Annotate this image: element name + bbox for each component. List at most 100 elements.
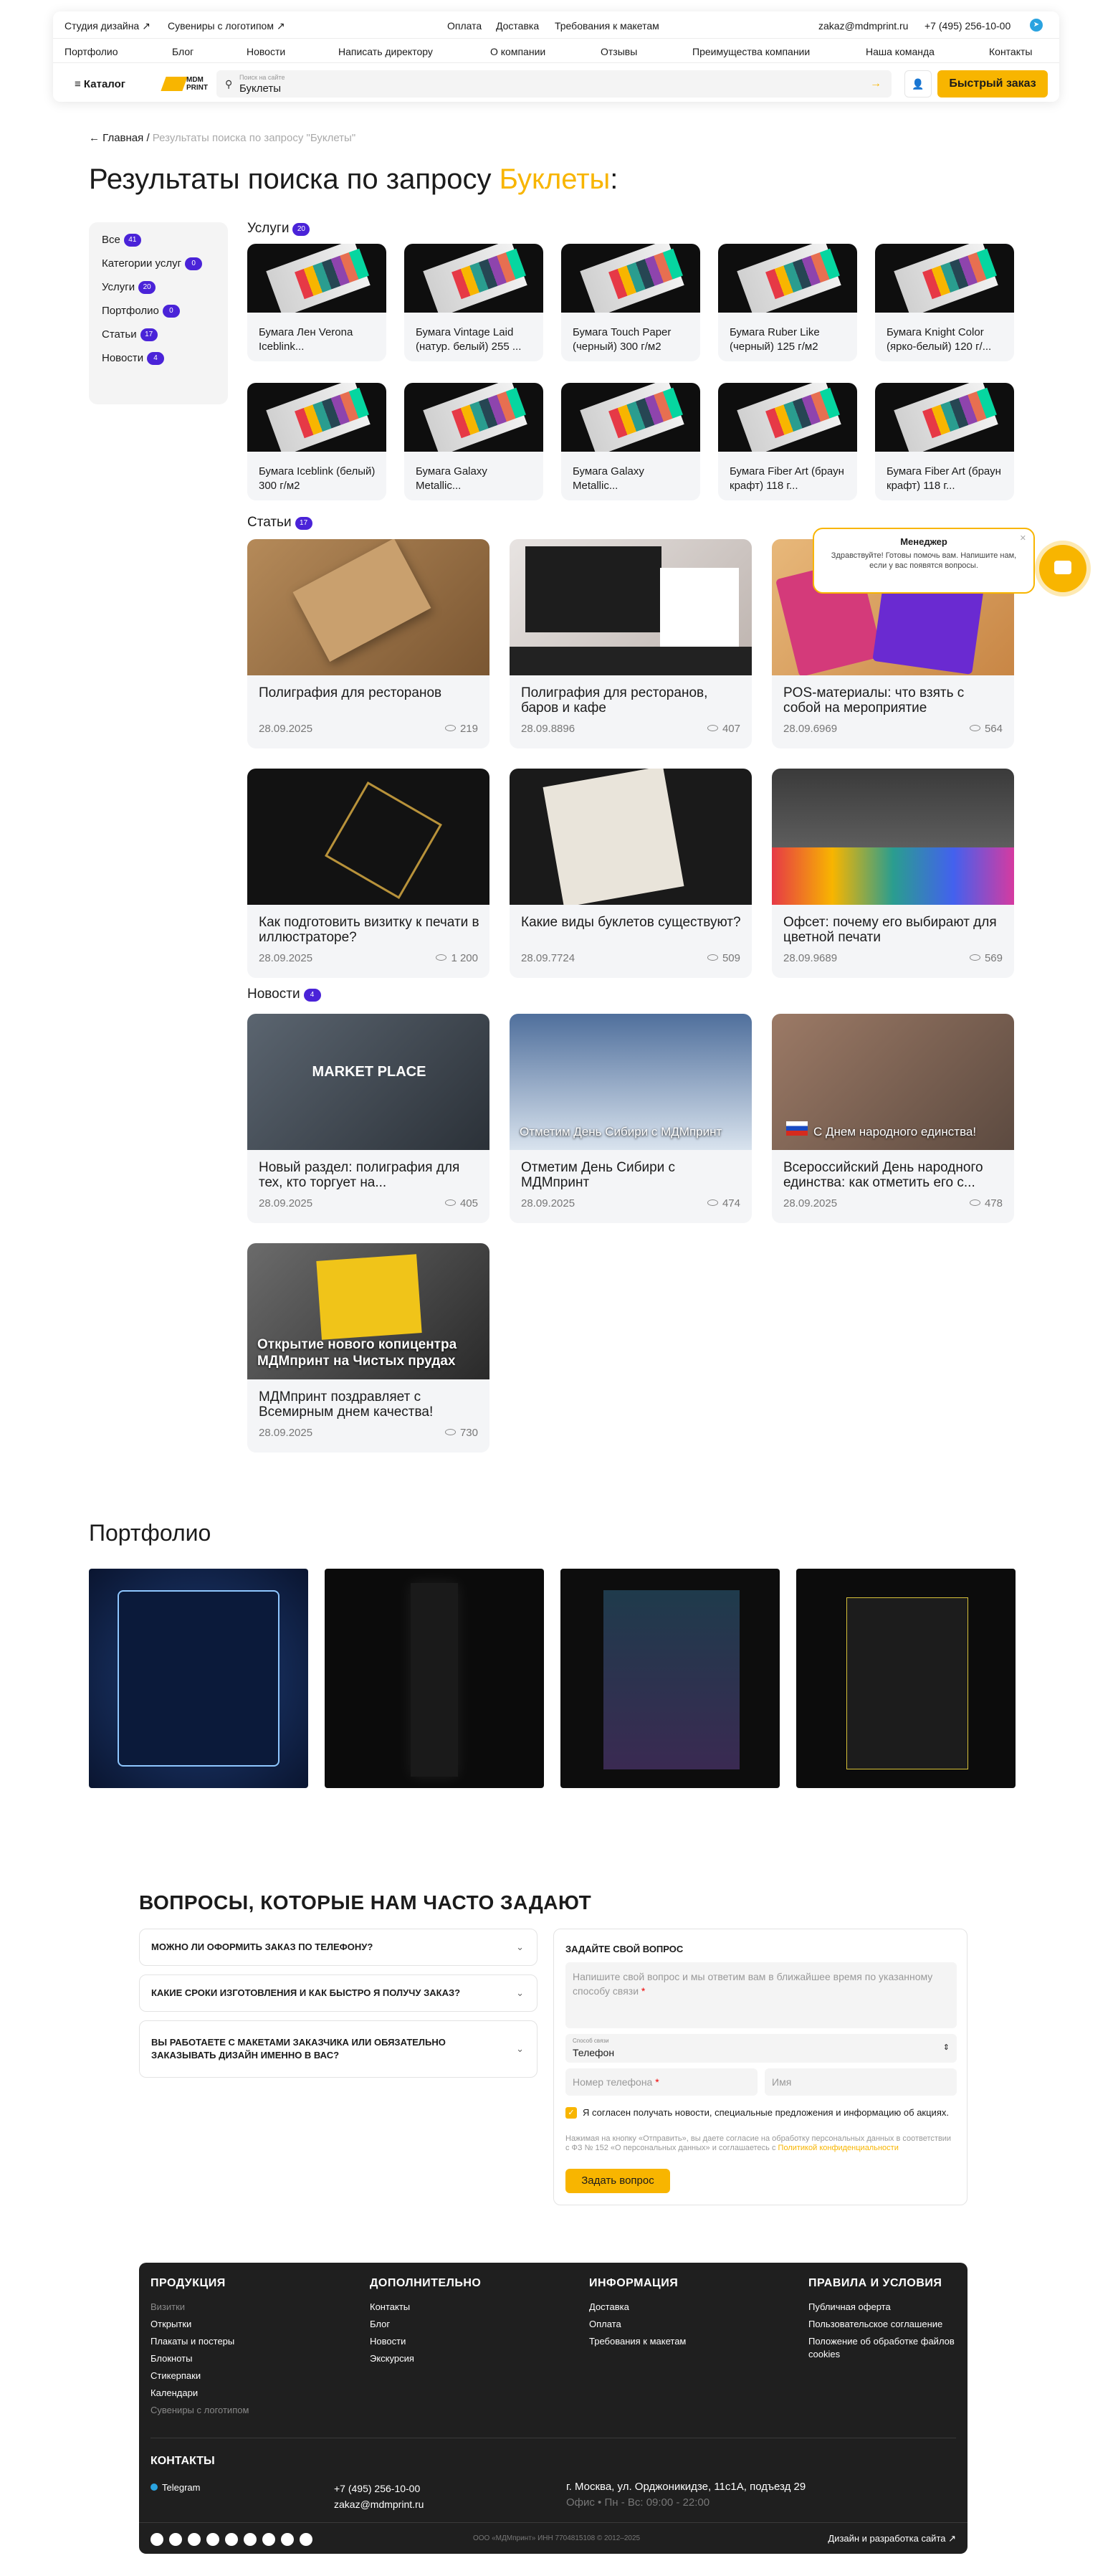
views-counter: 219	[444, 723, 478, 735]
article-card[interactable]: Полиграфия для ресторанов 28.09.2025 219	[247, 539, 489, 748]
eye-icon	[969, 1199, 980, 1206]
breadcrumb-home[interactable]: Главная	[102, 132, 143, 144]
whatsapp-icon[interactable]	[206, 2533, 219, 2546]
email-link[interactable]: zakaz@mdmprint.ru	[818, 20, 908, 32]
design-studio-link[interactable]: Студия дизайна ↗	[64, 20, 150, 32]
filter-services[interactable]: Услуги 20	[102, 281, 228, 305]
article-image	[247, 769, 489, 905]
service-card[interactable]: Бумага Galaxy Metallic...	[404, 383, 543, 500]
eye-icon	[969, 725, 980, 731]
footer-contacts: +7 (495) 256-10-00 zakaz@mdmprint.ru	[334, 2481, 424, 2512]
catalog-button[interactable]: ≡ Каталог	[66, 72, 156, 96]
filter-news[interactable]: Новости 4	[102, 352, 228, 376]
nav-contacts[interactable]: Контакты	[989, 46, 1032, 57]
nav-advantages[interactable]: Преимущества компании	[692, 46, 810, 57]
quick-order-button[interactable]: Быстрый заказ	[937, 70, 1048, 98]
requirements-link[interactable]: Требования к макетам	[555, 20, 659, 32]
phone-link[interactable]: +7 (495) 256-10-00	[924, 20, 1010, 32]
paper-sample-image	[404, 383, 543, 452]
nav-blog[interactable]: Блог	[172, 46, 194, 57]
nav-write-director[interactable]: Написать директору	[338, 46, 433, 57]
article-image	[772, 769, 1014, 905]
site-logo[interactable]: MDM PRINT	[161, 75, 208, 93]
search-bar[interactable]: ⚲ Поиск на сайте Буклеты →	[216, 70, 892, 98]
article-card[interactable]: Офсет: почему его выбирают для цветной п…	[772, 769, 1014, 978]
service-card[interactable]: Бумага Galaxy Metallic...	[561, 383, 700, 500]
developer-link[interactable]: Дизайн и разработка сайта ↗	[828, 2533, 956, 2544]
name-input[interactable]: Имя	[765, 2068, 957, 2096]
vk-icon[interactable]	[169, 2533, 182, 2546]
chat-button[interactable]	[1039, 545, 1086, 592]
search-input[interactable]: Буклеты	[239, 82, 281, 95]
service-card[interactable]: Бумага Fiber Art (браун крафт) 118 г...	[718, 383, 857, 500]
pinterest-icon[interactable]	[244, 2533, 257, 2546]
article-card[interactable]: Как подготовить визитку к печати в иллюс…	[247, 769, 489, 978]
news-card[interactable]: Открытие нового копицентра МДМпринт на Ч…	[247, 1243, 489, 1453]
submit-button[interactable]: Задать вопрос	[565, 2169, 670, 2193]
views-counter: 1 200	[436, 952, 478, 964]
article-card[interactable]: Какие виды буклетов существуют? 28.09.77…	[510, 769, 752, 978]
faq-item[interactable]: ВЫ РАБОТАЕТЕ С МАКЕТАМИ ЗАКАЗЧИКА ИЛИ ОБ…	[139, 2020, 538, 2078]
faq-item[interactable]: КАКИЕ СРОКИ ИЗГОТОВЛЕНИЯ И КАК БЫСТРО Я …	[139, 1974, 538, 2012]
filter-articles[interactable]: Статьи 17	[102, 328, 228, 352]
service-card[interactable]: Бумага Лен Verona Iceblink...	[247, 244, 386, 361]
contact-method-select[interactable]: Способ связи Телефон ⇕	[565, 2034, 957, 2063]
service-card[interactable]: Бумага Ruber Like (черный) 125 г/м2	[718, 244, 857, 361]
telegram-icon[interactable]	[150, 2533, 163, 2546]
souvenirs-link[interactable]: Сувениры с логотипом ↗	[168, 20, 285, 32]
instagram-icon[interactable]	[225, 2533, 238, 2546]
news-card[interactable]: Отметим День Сибири с МДМпринт Отметим Д…	[510, 1014, 752, 1223]
footer-address: г. Москва, ул. Орджоникидзе, 11с1А, подъ…	[566, 2481, 806, 2509]
telegram-icon[interactable]: ➤	[1030, 19, 1043, 32]
nav-news[interactable]: Новости	[247, 46, 285, 57]
search-filters: Все 41 Категории услуг 0 Услуги 20 Портфоли…	[89, 222, 228, 404]
portfolio-item[interactable]	[325, 1569, 544, 1788]
sort-arrows-icon: ⇕	[942, 2043, 950, 2052]
service-card[interactable]: Бумага Fiber Art (браун крафт) 118 г...	[875, 383, 1014, 500]
telegram-link[interactable]: Telegram	[150, 2482, 200, 2493]
news-card[interactable]: MARKET PLACE Новый раздел: полиграфия дл…	[247, 1014, 489, 1223]
payment-link[interactable]: Оплата	[447, 20, 482, 32]
footer-bottom: ООО «МДМпринт» ИНН 7704815108 © 2012–202…	[139, 2522, 968, 2554]
views-counter: 569	[969, 952, 1003, 964]
message-textarea[interactable]: Напишите свой вопрос и мы ответим вам в …	[565, 1962, 957, 2028]
service-card[interactable]: Бумага Vintage Laid (натур. белый) 255 .…	[404, 244, 543, 361]
phone-input[interactable]: Номер телефона *	[565, 2068, 758, 2096]
breadcrumb-current: Результаты поиска по запросу "Буклеты"	[152, 132, 356, 144]
nav-reviews[interactable]: Отзывы	[601, 46, 637, 57]
service-card[interactable]: Бумага Knight Color (ярко-белый) 120 г/.…	[875, 244, 1014, 361]
telegram-icon	[150, 2484, 158, 2491]
close-icon[interactable]: ✕	[1020, 533, 1026, 543]
user-icon[interactable]: 👤	[904, 70, 932, 98]
news-card[interactable]: С Днем народного единства! Всероссийский…	[772, 1014, 1014, 1223]
tiktok-icon[interactable]	[281, 2533, 294, 2546]
nav-about[interactable]: О компании	[490, 46, 545, 57]
article-card[interactable]: Полиграфия для ресторанов, баров и кафе …	[510, 539, 752, 748]
footer-email[interactable]: zakaz@mdmprint.ru	[334, 2496, 424, 2512]
chat-popup[interactable]: ✕ Менеджер Здравствуйте! Готовы помочь в…	[813, 528, 1035, 594]
article-image	[510, 769, 752, 905]
delivery-link[interactable]: Доставка	[496, 20, 539, 32]
site-header: Студия дизайна ↗ Сувениры с логотипом ↗ …	[53, 11, 1059, 102]
service-card[interactable]: Бумага Iceblink (белый) 300 г/м2	[247, 383, 386, 500]
portfolio-item[interactable]	[560, 1569, 780, 1788]
portfolio-item[interactable]	[796, 1569, 1016, 1788]
privacy-policy-link[interactable]: Политикой конфиденциальности	[778, 2144, 899, 2152]
dzen-icon[interactable]	[262, 2533, 275, 2546]
arrow-left-icon[interactable]: ←	[89, 132, 100, 144]
nav-team[interactable]: Наша команда	[866, 46, 935, 57]
footer-phone[interactable]: +7 (495) 256-10-00	[334, 2481, 424, 2496]
faq-item[interactable]: МОЖНО ЛИ ОФОРМИТЬ ЗАКАЗ ПО ТЕЛЕФОНУ? ⌄	[139, 1929, 538, 1966]
filter-all[interactable]: Все 41	[102, 234, 228, 257]
filter-service-categories[interactable]: Категории услуг 0	[102, 257, 228, 281]
eye-icon	[707, 954, 718, 961]
filter-portfolio[interactable]: Портфолио 0	[102, 305, 228, 328]
youtube-icon[interactable]	[188, 2533, 201, 2546]
nav-portfolio[interactable]: Портфолио	[64, 46, 118, 57]
arrow-right-icon[interactable]: →	[870, 77, 882, 90]
ok-icon[interactable]	[300, 2533, 312, 2546]
portfolio-item[interactable]	[89, 1569, 308, 1788]
service-card[interactable]: Бумага Touch Paper (черный) 300 г/м2	[561, 244, 700, 361]
consent-checkbox[interactable]: ✓	[565, 2107, 577, 2119]
paper-sample-image	[718, 383, 857, 452]
